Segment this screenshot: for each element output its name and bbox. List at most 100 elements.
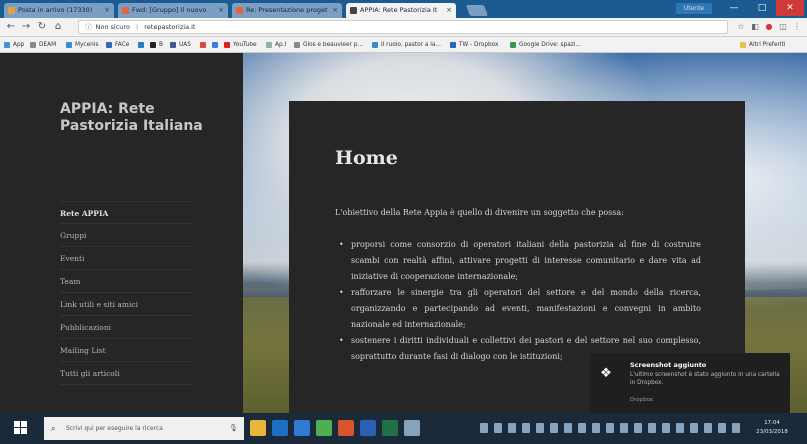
bookmark[interactable]: [212, 40, 221, 50]
tray-icon[interactable]: [536, 423, 544, 433]
menu-item-eventi[interactable]: Eventi: [60, 247, 192, 270]
tray-icon[interactable]: [648, 423, 656, 433]
bookmark[interactable]: Il ruolo, pastor a la...: [372, 40, 441, 50]
bookmark-label: Ap.I: [275, 42, 287, 48]
back-icon[interactable]: ←: [5, 21, 17, 33]
bookmark[interactable]: Glos e beauvieer p...: [294, 40, 363, 50]
bookmark-icon: [66, 42, 72, 48]
tab-presentazione[interactable]: Re: Presentazione proget ×: [232, 3, 342, 18]
menu-item-mailing-list[interactable]: Mailing List: [60, 339, 192, 362]
close-tab-icon[interactable]: ×: [446, 3, 452, 18]
app-icon[interactable]: [404, 420, 420, 436]
star-icon[interactable]: ☆: [736, 21, 746, 33]
bookmark[interactable]: Mycenis: [66, 40, 99, 50]
tab-appia[interactable]: APPIA: Rete Pastorizia It ×: [346, 3, 456, 18]
microphone-icon[interactable]: 🎙: [229, 417, 238, 440]
menu-item-pubblicazioni[interactable]: Pubblicazioni: [60, 316, 192, 339]
edge-icon[interactable]: [272, 420, 288, 436]
tray-icon[interactable]: [494, 423, 502, 433]
dropbox-icon: ❖: [600, 366, 612, 381]
menu-item-articoli[interactable]: Tutti gli articoli: [60, 362, 192, 385]
network-icon[interactable]: [690, 423, 698, 433]
chrome-icon[interactable]: [316, 420, 332, 436]
tray-icon[interactable]: [522, 423, 530, 433]
windows-start-icon[interactable]: [14, 421, 28, 435]
mail-icon: [236, 7, 243, 14]
tray-icon[interactable]: [606, 423, 614, 433]
bookmark-youtube[interactable]: YouTube: [224, 40, 257, 50]
security-label: Non sicuro: [95, 23, 130, 31]
bookmark[interactable]: UAS: [170, 40, 191, 50]
taskbar-search-input[interactable]: ⌕ Scrivi qui per eseguire la ricerca 🎙: [44, 417, 244, 440]
tray-icon[interactable]: [592, 423, 600, 433]
battery-icon[interactable]: [732, 423, 740, 433]
close-tab-icon[interactable]: ×: [218, 3, 224, 18]
bookmark[interactable]: B: [150, 40, 163, 50]
bookmark-dropbox[interactable]: TW - Dropbox: [450, 40, 498, 50]
reload-icon[interactable]: ↻: [36, 21, 48, 33]
dropbox-notification[interactable]: ❖ Screenshot aggiunto L'ultimo screensho…: [590, 353, 790, 413]
home-icon[interactable]: ⌂: [52, 21, 64, 33]
bookmark[interactable]: [138, 40, 147, 50]
menu-item-rete-appia[interactable]: Rete APPIA: [60, 201, 192, 224]
powerpoint-icon[interactable]: [338, 420, 354, 436]
bookmark-other[interactable]: Altri Preferiti: [740, 40, 785, 50]
file-explorer-icon[interactable]: [250, 420, 266, 436]
tray-icon[interactable]: [578, 423, 586, 433]
bookmark-label: FACe: [115, 42, 130, 48]
bookmark-apps[interactable]: App: [4, 40, 24, 50]
close-tab-icon[interactable]: ×: [104, 3, 110, 18]
youtube-icon: [224, 42, 230, 48]
bookmark[interactable]: DEAM: [30, 40, 56, 50]
minimize-button[interactable]: —: [720, 0, 748, 16]
bookmark[interactable]: [200, 40, 209, 50]
extension-red-icon[interactable]: ●: [764, 21, 774, 33]
profile-button[interactable]: Utente: [676, 3, 712, 14]
bookmark-label: Altri Preferiti: [749, 42, 786, 48]
intro-text: L'obiettivo della Rete Appia è quello di…: [335, 208, 624, 217]
tray-icon[interactable]: [564, 423, 572, 433]
tab-label: Re: Presentazione proget: [246, 6, 328, 14]
tab-gmail[interactable]: Posta in arrivo (17330) ×: [4, 3, 114, 18]
bookmark-label: Mycenis: [75, 42, 99, 48]
address-bar[interactable]: ⓘ Non sicuro | retepastorizia.it: [78, 20, 728, 34]
bookmark-label: TW - Dropbox: [459, 42, 499, 48]
tab-fwd[interactable]: Fwd: [Gruppo] Il nuovo ×: [118, 3, 228, 18]
globe-icon: [372, 42, 378, 48]
page-title: Home: [335, 147, 398, 169]
bookmark-icon: [200, 42, 206, 48]
word-icon[interactable]: [360, 420, 376, 436]
browser-toolbar: ← → ↻ ⌂ ⓘ Non sicuro | retepastorizia.it …: [0, 18, 807, 37]
info-icon: ⓘ: [85, 23, 92, 31]
tray-icon[interactable]: [620, 423, 628, 433]
bookmark-icon: [106, 42, 112, 48]
extension-icon-2[interactable]: ◫: [778, 21, 788, 33]
bookmark[interactable]: FACe: [106, 40, 129, 50]
notification-source: Dropbox: [630, 397, 654, 403]
tray-icon[interactable]: [662, 423, 670, 433]
bookmark-label: Glos e beauvieer p...: [303, 42, 364, 48]
tray-icon[interactable]: [634, 423, 642, 433]
store-icon[interactable]: [294, 420, 310, 436]
menu-icon[interactable]: ⋮: [792, 21, 802, 33]
menu-item-team[interactable]: Team: [60, 270, 192, 293]
volume-icon[interactable]: [704, 423, 712, 433]
new-tab-button[interactable]: [465, 5, 489, 16]
menu-item-gruppi[interactable]: Gruppi: [60, 224, 192, 247]
maximize-button[interactable]: □: [748, 0, 776, 16]
tray-icon[interactable]: [508, 423, 516, 433]
close-window-button[interactable]: ✕: [776, 0, 804, 16]
tray-icon[interactable]: [480, 423, 488, 433]
extension-icon[interactable]: ◧: [750, 21, 760, 33]
bookmark-drive[interactable]: Google Drive: spazi...: [510, 40, 581, 50]
forward-icon[interactable]: →: [20, 21, 32, 33]
excel-icon[interactable]: [382, 420, 398, 436]
tray-icon[interactable]: [676, 423, 684, 433]
language-icon[interactable]: [718, 423, 726, 433]
tray-icon[interactable]: [550, 423, 558, 433]
close-tab-icon[interactable]: ×: [332, 3, 338, 18]
menu-item-link[interactable]: Link utili e siti amici: [60, 293, 192, 316]
clock[interactable]: 17:04 23/03/2018: [752, 419, 792, 437]
site-title[interactable]: APPIA: Rete Pastorizia Italiana: [60, 101, 210, 135]
bookmark[interactable]: Ap.I: [266, 40, 286, 50]
